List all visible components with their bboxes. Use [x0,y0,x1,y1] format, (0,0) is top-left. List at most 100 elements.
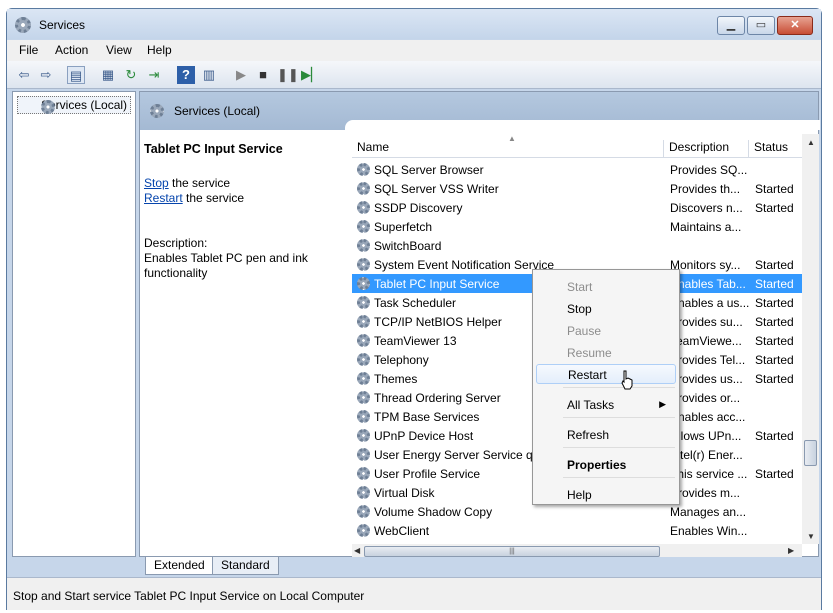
service-status: Started [755,258,794,272]
context-menu-item-restart[interactable]: Restart [536,364,676,384]
context-menu-item-label: All Tasks [567,398,615,412]
table-row[interactable]: SwitchBoard [352,236,802,255]
service-status: Started [755,372,794,386]
service-gear-icon [357,524,370,537]
service-gear-icon [357,505,370,518]
service-gear-icon [357,410,370,423]
menu-file[interactable]: File [19,43,38,57]
title-bar[interactable]: Services ▁ ▭ ✕ [7,9,821,39]
service-name: SQL Server VSS Writer [374,182,499,196]
column-header-status[interactable]: Status [748,140,807,158]
context-menu-item-start[interactable]: Start [536,277,676,297]
vertical-scrollbar[interactable]: ▲ ▼ [802,134,819,544]
service-description: Enables acc... [670,410,746,424]
context-menu-item-pause[interactable]: Pause [536,321,676,341]
stop-service-link[interactable]: Stop [144,176,169,190]
service-gear-icon [357,182,370,195]
service-name: Thread Ordering Server [374,391,501,405]
menu-separator [563,387,675,388]
context-menu-item-help[interactable]: Help [536,485,676,505]
context-menu-item-label: Restart [568,368,607,382]
scroll-down-arrow-icon[interactable]: ▼ [807,532,815,541]
properties-sheet-icon[interactable]: ▦ [99,66,117,84]
action-pane-icon[interactable]: ▥ [200,66,218,84]
help-icon[interactable]: ? [177,66,195,84]
service-status: Started [755,296,794,310]
service-name: Volume Shadow Copy [374,505,493,519]
context-menu-item-all-tasks[interactable]: All Tasks ▶ [536,395,676,415]
context-menu-item-label: Properties [567,458,627,472]
service-description: Provides Tel... [670,353,746,367]
service-name: Tablet PC Input Service [374,277,500,291]
service-name: TCP/IP NetBIOS Helper [374,315,502,329]
start-service-icon[interactable]: ▶ [232,66,250,84]
table-row[interactable]: SQL Server Browser Provides SQ... [352,160,802,179]
export-list-icon[interactable]: ⇥ [145,66,163,84]
vertical-scroll-thumb[interactable] [804,440,817,466]
service-description: This service ... [670,467,748,481]
refresh-icon[interactable]: ↻ [122,66,140,84]
minimize-button[interactable]: ▁ [717,16,745,35]
service-description: Provides us... [670,372,743,386]
service-gear-icon [357,448,370,461]
service-name-heading: Tablet PC Input Service [144,142,283,156]
column-header-name[interactable]: Name [352,140,663,158]
service-description: Provides m... [670,486,741,500]
table-row[interactable]: SQL Server VSS Writer Provides th... Start… [352,179,802,198]
service-name: SSDP Discovery [374,201,463,215]
table-row[interactable]: WebClient Enables Win... [352,521,802,540]
service-gear-icon [357,467,370,480]
menu-help[interactable]: Help [147,43,172,57]
extended-description-panel: Tablet PC Input Service Stop the service… [140,130,350,550]
maximize-button[interactable]: ▭ [747,16,775,35]
service-status: Started [755,334,794,348]
service-status: Started [755,353,794,367]
tab-standard[interactable]: Standard [212,557,279,575]
stop-suffix: the service [168,176,231,190]
table-row[interactable]: Superfetch Maintains a... [352,217,802,236]
service-description: Maintains a... [670,220,742,234]
menu-separator [563,477,675,478]
service-gear-icon [357,220,370,233]
show-hide-console-tree-icon[interactable]: ▤ [67,66,85,84]
scroll-right-arrow-icon[interactable]: ▶ [788,546,794,555]
service-name: WebClient [374,524,430,538]
horizontal-scroll-thumb[interactable]: ||| [364,546,660,557]
context-menu-item-stop[interactable]: Stop [536,299,676,319]
service-status: Started [755,429,794,443]
service-name: System Event Notification Service [374,258,555,272]
back-arrow-icon[interactable]: ⇦ [15,66,33,84]
forward-arrow-icon[interactable]: ⇨ [37,66,55,84]
restart-service-link[interactable]: Restart [144,191,183,205]
table-row[interactable]: SSDP Discovery Discovers n... Started [352,198,802,217]
menu-separator [563,447,675,448]
column-header-description[interactable]: Description [663,140,748,158]
service-gear-icon [357,315,370,328]
tab-extended[interactable]: Extended [145,557,214,575]
menu-view[interactable]: View [106,43,132,57]
scroll-up-arrow-icon[interactable]: ▲ [807,138,815,147]
service-description: Provides th... [670,182,741,196]
restart-service-icon[interactable]: ▶▏ [301,66,321,84]
context-menu: Start Stop Pause Resume Restart All Tasks ▶ Ref… [532,269,680,505]
context-menu-item-resume[interactable]: Resume [536,343,676,363]
context-menu-item-properties[interactable]: Properties [536,455,676,475]
service-description: Allows UPn... [670,429,742,443]
service-name: TPM Base Services [374,410,480,424]
service-description: Provides or... [670,391,741,405]
horizontal-scrollbar[interactable]: ◀ ||| ▶ [352,544,802,558]
close-button[interactable]: ✕ [777,16,813,35]
service-name: Task Scheduler [374,296,457,310]
service-name: Themes [374,372,418,386]
scroll-left-arrow-icon[interactable]: ◀ [354,546,360,555]
context-menu-item-refresh[interactable]: Refresh [536,425,676,445]
stop-service-icon[interactable]: ■ [254,66,272,84]
tree-item-services-local[interactable]: Services (Local) [17,96,132,114]
service-description: Intel(r) Ener... [670,448,743,462]
details-pane: Services (Local) Tablet PC Input Service… [139,91,820,558]
pause-service-icon[interactable]: ❚❚ [277,66,299,84]
service-description: Enables Tab... [670,277,746,291]
service-description: TeamViewe... [670,334,742,348]
menu-action[interactable]: Action [55,43,88,57]
service-description: Discovers n... [670,201,743,215]
